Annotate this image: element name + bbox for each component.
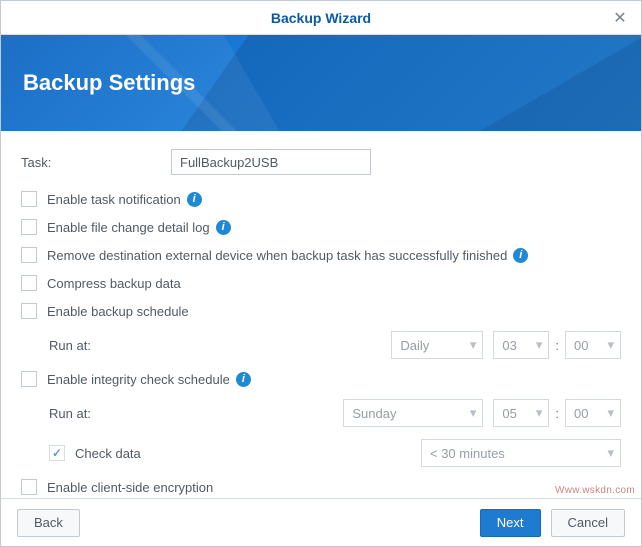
- info-icon[interactable]: i: [216, 220, 231, 235]
- colon-sep: :: [555, 338, 559, 353]
- schedule-hour-value: 03: [502, 338, 516, 353]
- enable-notification-checkbox[interactable]: [21, 191, 37, 207]
- remove-device-label: Remove destination external device when …: [47, 248, 507, 263]
- enable-filechange-label: Enable file change detail log: [47, 220, 210, 235]
- schedule-checkbox[interactable]: [21, 303, 37, 319]
- footer: Back Next Cancel: [1, 498, 641, 546]
- colon-sep: :: [555, 406, 559, 421]
- schedule-min-select[interactable]: 00 ▾: [565, 331, 621, 359]
- compress-checkbox[interactable]: [21, 275, 37, 291]
- chevron-down-icon: ▾: [470, 405, 477, 421]
- backup-wizard-window: Backup Wizard ✕ Backup Settings Task: En…: [0, 0, 642, 547]
- info-icon[interactable]: i: [513, 248, 528, 263]
- banner: Backup Settings: [1, 35, 641, 131]
- compress-label: Compress backup data: [47, 276, 181, 291]
- next-button[interactable]: Next: [480, 509, 541, 537]
- integrity-min-value: 00: [574, 406, 588, 421]
- window-title: Backup Wizard: [31, 10, 611, 26]
- schedule-runat-label: Run at:: [49, 338, 169, 353]
- checkdata-duration-select[interactable]: < 30 minutes ▾: [421, 439, 621, 467]
- back-button[interactable]: Back: [17, 509, 80, 537]
- integrity-hour-select[interactable]: 05 ▾: [493, 399, 549, 427]
- checkdata-duration-value: < 30 minutes: [430, 446, 505, 461]
- info-icon[interactable]: i: [236, 372, 251, 387]
- schedule-period-value: Daily: [400, 338, 429, 353]
- checkdata-checkbox[interactable]: [49, 445, 65, 461]
- info-icon[interactable]: i: [187, 192, 202, 207]
- integrity-checkbox[interactable]: [21, 371, 37, 387]
- titlebar: Backup Wizard ✕: [1, 1, 641, 35]
- integrity-runat-label: Run at:: [49, 406, 169, 421]
- schedule-min-value: 00: [574, 338, 588, 353]
- page-title: Backup Settings: [23, 70, 195, 96]
- schedule-period-select[interactable]: Daily ▾: [391, 331, 483, 359]
- task-input[interactable]: [171, 149, 371, 175]
- integrity-min-select[interactable]: 00 ▾: [565, 399, 621, 427]
- integrity-period-select[interactable]: Sunday ▾: [343, 399, 483, 427]
- content: Task: Enable task notification i Enable …: [1, 131, 641, 522]
- schedule-hour-select[interactable]: 03 ▾: [493, 331, 549, 359]
- encryption-checkbox[interactable]: [21, 479, 37, 495]
- chevron-down-icon: ▾: [607, 405, 614, 421]
- checkdata-label: Check data: [75, 446, 141, 461]
- chevron-down-icon: ▾: [607, 337, 614, 353]
- task-label: Task:: [21, 155, 171, 170]
- chevron-down-icon: ▾: [607, 445, 614, 461]
- chevron-down-icon: ▾: [470, 337, 477, 353]
- enable-notification-label: Enable task notification: [47, 192, 181, 207]
- integrity-hour-value: 05: [502, 406, 516, 421]
- close-icon[interactable]: ✕: [611, 9, 629, 27]
- cancel-button[interactable]: Cancel: [551, 509, 625, 537]
- chevron-down-icon: ▾: [536, 405, 543, 421]
- chevron-down-icon: ▾: [536, 337, 543, 353]
- enable-filechange-checkbox[interactable]: [21, 219, 37, 235]
- remove-device-checkbox[interactable]: [21, 247, 37, 263]
- integrity-label: Enable integrity check schedule: [47, 372, 230, 387]
- integrity-period-value: Sunday: [352, 406, 396, 421]
- encryption-label: Enable client-side encryption: [47, 480, 213, 495]
- schedule-label: Enable backup schedule: [47, 304, 189, 319]
